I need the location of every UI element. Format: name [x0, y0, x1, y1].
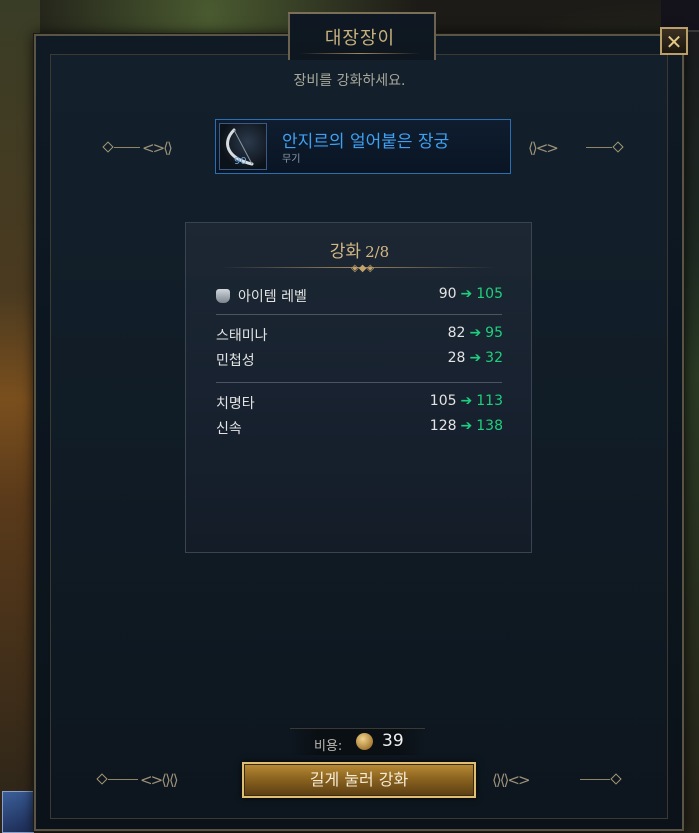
stat-row-stamina: 스태미나 82 ➔ 95: [216, 325, 503, 344]
ornament-left-top: <>⟨⟩: [102, 138, 200, 158]
hold-to-enhance-button[interactable]: 길게 눌러 강화: [242, 762, 476, 798]
stat-values: 105 ➔ 113: [429, 393, 503, 409]
enhancement-label: 강화: [329, 242, 362, 262]
item-type: 무기: [282, 154, 301, 165]
arrow-right-icon: ➔: [460, 418, 473, 434]
item-level-badge: 90: [234, 156, 247, 167]
close-button[interactable]: ✕: [660, 27, 688, 55]
stat-values: 128 ➔ 138: [429, 418, 503, 434]
selected-item-slot[interactable]: 90 안지르의 얼어붙은 장궁 무기: [215, 119, 511, 174]
enhancement-panel: 강화 2/8 ◈◆◈ 아이템 레벨 90 ➔ 105 스태미나 82 ➔ 95 민첩성 2…: [185, 222, 532, 553]
stat-row-item-level: 아이템 레벨 90 ➔ 105: [216, 286, 503, 306]
enhancement-progress: 2/8: [365, 243, 390, 261]
window-subtitle: 장비를 강화하세요.: [293, 73, 406, 89]
arrow-right-icon: ➔: [460, 393, 473, 409]
stat-values: 28 ➔ 32: [447, 350, 503, 366]
ornament-left-bottom: <>⟨⟩⟨⟩: [96, 770, 228, 790]
arrow-right-icon: ➔: [469, 325, 482, 341]
arrow-right-icon: ➔: [460, 286, 473, 302]
coin-icon: [356, 733, 373, 750]
stat-label: 아이템 레벨: [216, 286, 307, 306]
arrow-right-icon: ➔: [469, 350, 482, 366]
window-title: 대장장이: [324, 28, 396, 49]
enhancement-title: 강화 2/8: [186, 237, 533, 262]
divider-gem-icon: ◈◆◈: [351, 263, 375, 274]
stat-values: 90 ➔ 105: [438, 286, 503, 302]
stat-separator: [216, 382, 502, 383]
cost-label: 비용:: [314, 739, 343, 754]
ability-slot-icon[interactable]: [2, 791, 34, 833]
armor-icon: [216, 289, 230, 303]
stat-row-agility: 민첩성 28 ➔ 32: [216, 350, 503, 369]
stat-values: 82 ➔ 95: [447, 325, 503, 341]
title-underline: [300, 53, 420, 54]
ornament-right-top: ⟨⟩<>: [528, 138, 624, 158]
stat-separator: [216, 314, 502, 315]
ornament-right-bottom: ⟨⟩⟨⟩<>: [492, 770, 622, 790]
stat-row-critical: 치명타 105 ➔ 113: [216, 393, 503, 412]
item-name: 안지르의 얼어붙은 장궁: [282, 132, 450, 152]
cost-display: 비용: 39: [290, 728, 425, 755]
stat-row-haste: 신속 128 ➔ 138: [216, 418, 503, 437]
cost-value: 39: [382, 731, 404, 751]
